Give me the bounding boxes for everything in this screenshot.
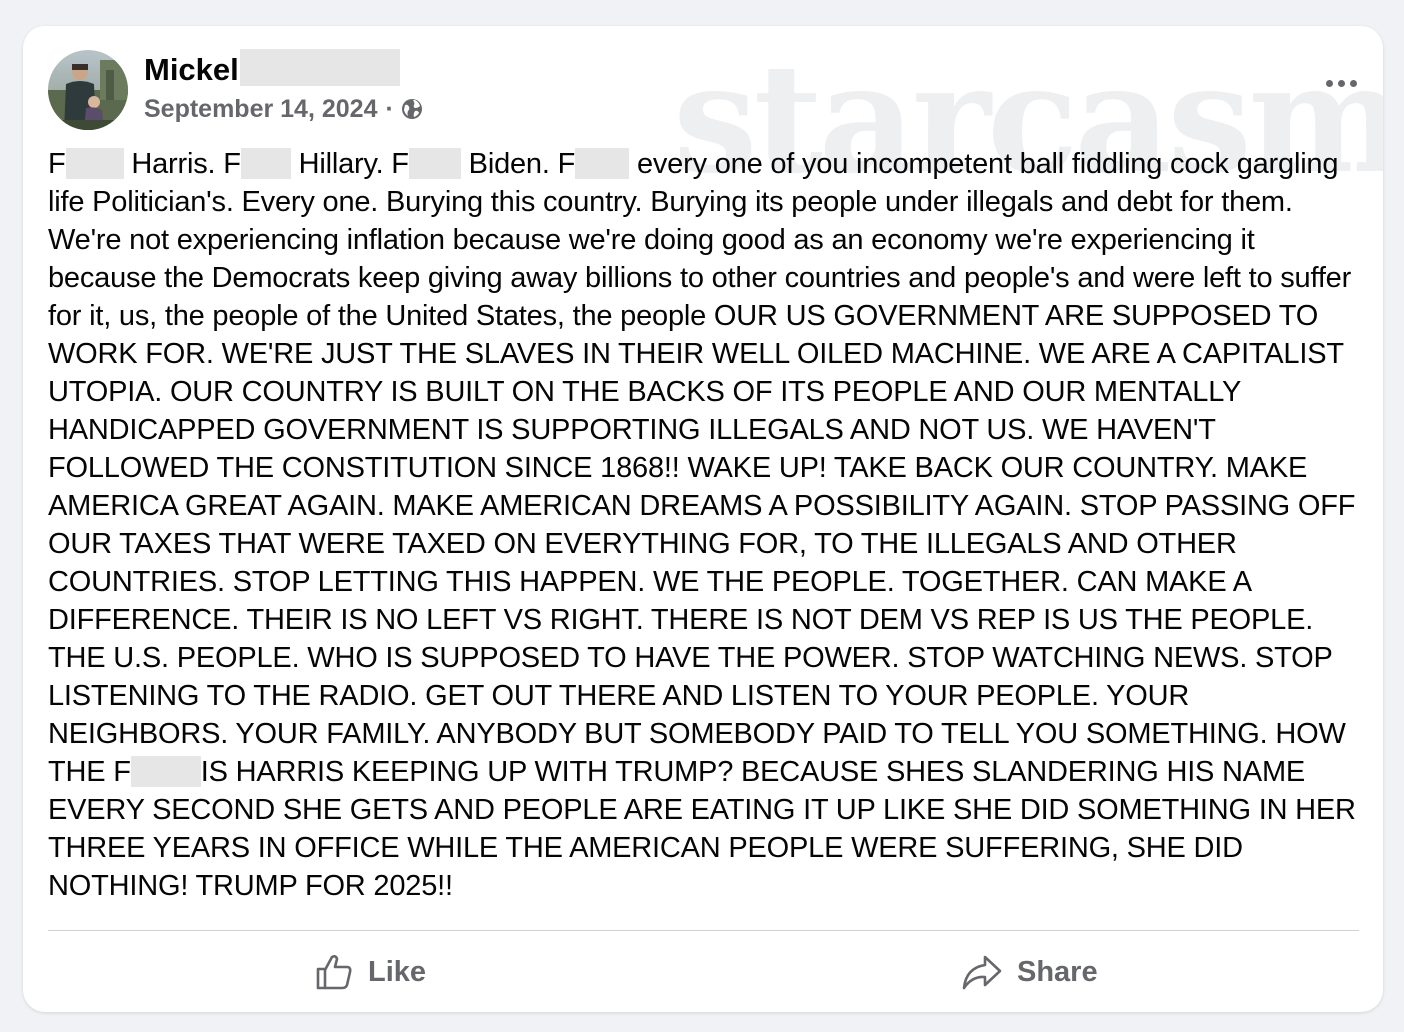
post-text-segment: F [48,148,66,180]
share-button[interactable]: Share [961,946,1098,998]
post-text-segment: Harris. F [123,148,241,180]
redacted-surname [240,49,400,86]
post-text-paragraph: F Harris. F Hillary. F Biden. F every on… [48,145,1368,905]
divider [48,930,1359,931]
post-text-segment: Biden. F [460,148,576,180]
share-arrow-icon [962,955,1002,990]
thumbs-up-icon [316,955,352,990]
redaction-block [65,148,124,179]
redaction-block [240,148,291,179]
redaction-block [408,148,461,179]
post-card: starcasm Mickel September 14, 2024 · F H… [23,26,1383,1012]
post-text-segment: every one of you incompetent ball fiddli… [48,148,1356,788]
post-text-segment: IS HARRIS KEEPING UP WITH TRUMP? BECAUSE… [48,756,1356,902]
post-date[interactable]: September 14, 2024 [144,95,377,124]
redaction-block [575,148,630,179]
meta-separator: · [385,94,394,123]
like-button[interactable]: Like [314,946,426,998]
post-text-segment: Hillary. F [290,148,409,180]
share-label: Share [1017,955,1098,988]
like-label: Like [368,955,427,988]
redaction-block [130,756,201,787]
globe-icon[interactable] [400,97,424,121]
author-name[interactable]: Mickel [144,52,239,88]
post-meta: September 14, 2024 · [144,92,424,126]
post-text: F Harris. F Hillary. F Biden. F every on… [48,145,1368,905]
avatar[interactable] [48,50,128,130]
profile-photo [48,50,128,130]
more-options-icon[interactable] [1319,68,1363,98]
